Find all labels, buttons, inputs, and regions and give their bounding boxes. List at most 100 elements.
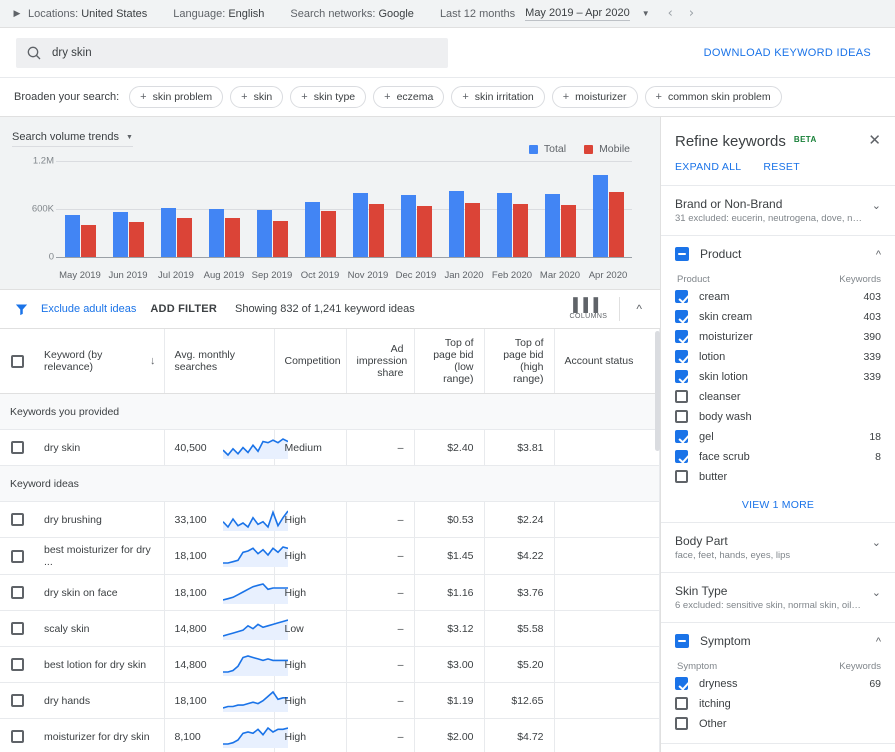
- broaden-chip[interactable]: +skin: [230, 86, 283, 108]
- refine-item-checkbox[interactable]: [675, 717, 688, 730]
- columns-button[interactable]: ▌▌▌ COLUMNS: [570, 299, 608, 320]
- broaden-chip[interactable]: +eczema: [373, 86, 444, 108]
- chart-bar-group[interactable]: [392, 161, 440, 257]
- row-checkbox[interactable]: [11, 441, 24, 454]
- chart-bar-group[interactable]: [296, 161, 344, 257]
- chevron-up-icon[interactable]: ^: [876, 636, 881, 648]
- chart-bar-group[interactable]: [200, 161, 248, 257]
- refine-item[interactable]: lotion339: [675, 348, 881, 365]
- refine-item-checkbox[interactable]: [675, 677, 688, 690]
- close-icon[interactable]: ✕: [868, 133, 881, 148]
- row-checkbox[interactable]: [11, 513, 24, 526]
- row-checkbox[interactable]: [11, 730, 24, 743]
- chevron-up-icon[interactable]: ^: [876, 249, 881, 261]
- broaden-chip[interactable]: +moisturizer: [552, 86, 638, 108]
- date-range-selector[interactable]: May 2019 – Apr 2020: [525, 7, 630, 21]
- refine-item[interactable]: cleanser: [675, 388, 881, 405]
- legend-item[interactable]: Mobile: [584, 143, 630, 155]
- column-competition[interactable]: Competition: [274, 329, 346, 394]
- chart-bar-group[interactable]: [536, 161, 584, 257]
- chevron-down-icon[interactable]: ▼: [642, 9, 650, 18]
- refine-item-checkbox[interactable]: [675, 370, 688, 383]
- chevron-down-icon[interactable]: ⌄: [872, 199, 881, 212]
- next-period-icon[interactable]: ›: [689, 6, 694, 21]
- column-account-status[interactable]: Account status: [554, 329, 660, 394]
- table-row[interactable]: best moisturizer for dry ...18,100High–$…: [0, 538, 660, 575]
- cell-keyword[interactable]: best moisturizer for dry ...: [34, 538, 164, 575]
- refine-section-toggle[interactable]: Body Partface, feet, hands, eyes, lips⌄: [675, 534, 881, 561]
- refine-item[interactable]: gel18: [675, 428, 881, 445]
- broaden-chip[interactable]: +skin irritation: [451, 86, 544, 108]
- broaden-chip[interactable]: +skin problem: [129, 86, 223, 108]
- table-row[interactable]: scaly skin14,800Low–$3.12$5.58: [0, 611, 660, 647]
- refine-item[interactable]: face scrub8: [675, 448, 881, 465]
- chart-bar-group[interactable]: [584, 161, 632, 257]
- refine-item-checkbox[interactable]: [675, 430, 688, 443]
- refine-item-checkbox[interactable]: [675, 450, 688, 463]
- table-row[interactable]: moisturizer for dry skin8,100High–$2.00$…: [0, 719, 660, 752]
- legend-item[interactable]: Total: [529, 143, 566, 155]
- chart-bar-group[interactable]: [440, 161, 488, 257]
- cell-keyword[interactable]: scaly skin: [34, 611, 164, 647]
- refine-item[interactable]: body wash: [675, 408, 881, 425]
- cell-keyword[interactable]: dry hands: [34, 683, 164, 719]
- chart-bar-group[interactable]: [344, 161, 392, 257]
- row-checkbox[interactable]: [11, 586, 24, 599]
- column-ad-impression-share[interactable]: Ad impression share: [346, 329, 414, 394]
- broaden-chip[interactable]: +common skin problem: [645, 86, 782, 108]
- cell-keyword[interactable]: best lotion for dry skin: [34, 647, 164, 683]
- table-scrollbar[interactable]: [655, 331, 660, 451]
- chart-bar-group[interactable]: [104, 161, 152, 257]
- expand-panel-icon[interactable]: ▶: [6, 8, 28, 19]
- refine-item[interactable]: skin lotion339: [675, 368, 881, 385]
- table-row[interactable]: dry hands18,100High–$1.19$12.65: [0, 683, 660, 719]
- add-filter-button[interactable]: ADD FILTER: [150, 303, 217, 315]
- refine-section-toggle[interactable]: Symptom^: [675, 634, 881, 648]
- table-row[interactable]: dry brushing33,100High–$0.53$2.24: [0, 502, 660, 538]
- row-checkbox[interactable]: [11, 694, 24, 707]
- refine-item-checkbox[interactable]: [675, 470, 688, 483]
- refine-item[interactable]: cream403: [675, 288, 881, 305]
- column-top-of-page-bid-high[interactable]: Top of page bid (high range): [484, 329, 554, 394]
- arrow-down-icon[interactable]: ↓: [150, 355, 156, 367]
- download-keyword-ideas-button[interactable]: DOWNLOAD KEYWORD IDEAS: [704, 47, 879, 59]
- minus-checkbox-icon[interactable]: [675, 247, 689, 261]
- refine-item-checkbox[interactable]: [675, 310, 688, 323]
- chart-bar-group[interactable]: [248, 161, 296, 257]
- view-more-button[interactable]: VIEW 1 MORE: [675, 499, 881, 511]
- cell-keyword[interactable]: moisturizer for dry skin: [34, 719, 164, 752]
- search-input[interactable]: dry skin: [16, 38, 448, 68]
- minus-checkbox-icon[interactable]: [675, 634, 689, 648]
- cell-keyword[interactable]: dry skin: [34, 430, 164, 466]
- table-row[interactable]: dry skin on face18,100High–$1.16$3.76: [0, 575, 660, 611]
- expand-all-button[interactable]: EXPAND ALL: [675, 161, 741, 173]
- collapse-chart-button[interactable]: ^: [632, 302, 646, 316]
- row-checkbox[interactable]: [11, 622, 24, 635]
- refine-item-checkbox[interactable]: [675, 290, 688, 303]
- refine-item-checkbox[interactable]: [675, 697, 688, 710]
- prev-period-icon[interactable]: ‹: [668, 6, 673, 21]
- filter-funnel-icon[interactable]: [14, 302, 29, 317]
- refine-section-toggle[interactable]: Skin Type6 excluded: sensitive skin, nor…: [675, 584, 881, 611]
- refine-item[interactable]: butter: [675, 468, 881, 485]
- refine-item[interactable]: Other: [675, 715, 881, 732]
- exclude-adult-ideas-link[interactable]: Exclude adult ideas: [41, 303, 136, 315]
- chart-metric-selector[interactable]: Search volume trends ▼: [12, 131, 133, 147]
- networks-filter[interactable]: Search networks: Google: [290, 8, 414, 20]
- broaden-chip[interactable]: +skin type: [290, 86, 366, 108]
- column-avg-monthly-searches[interactable]: Avg. monthly searches: [164, 329, 274, 394]
- refine-item[interactable]: dryness69: [675, 675, 881, 692]
- row-checkbox[interactable]: [11, 658, 24, 671]
- chart-bar-group[interactable]: [152, 161, 200, 257]
- locations-filter[interactable]: Locations: United States: [28, 8, 147, 20]
- refine-section-toggle[interactable]: Brand or Non-Brand31 excluded: eucerin, …: [675, 197, 881, 224]
- refine-item-checkbox[interactable]: [675, 410, 688, 423]
- refine-item-checkbox[interactable]: [675, 350, 688, 363]
- chart-bar-group[interactable]: [488, 161, 536, 257]
- cell-keyword[interactable]: dry brushing: [34, 502, 164, 538]
- language-filter[interactable]: Language: English: [173, 8, 264, 20]
- row-checkbox[interactable]: [11, 550, 24, 563]
- refine-item[interactable]: skin cream403: [675, 308, 881, 325]
- refine-item[interactable]: moisturizer390: [675, 328, 881, 345]
- refine-item-checkbox[interactable]: [675, 390, 688, 403]
